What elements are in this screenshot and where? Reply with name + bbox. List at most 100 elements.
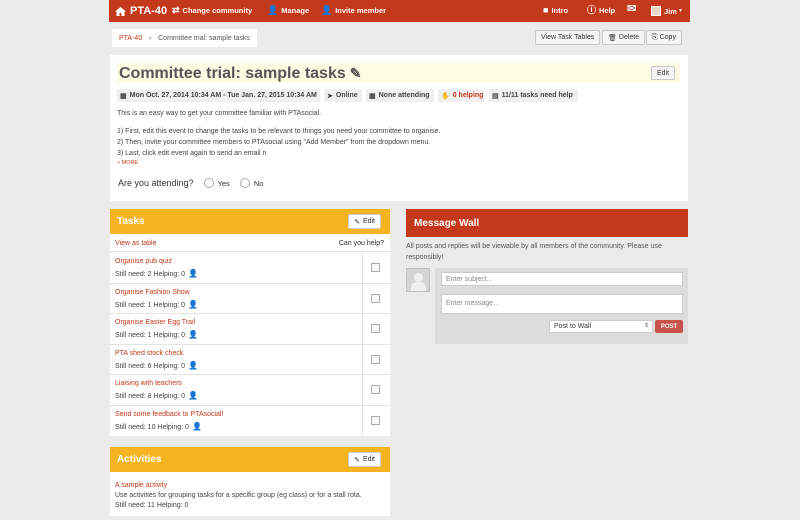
task-help-checkbox[interactable] [371, 324, 380, 333]
task-status-text: Still need: 2 Helping: 0 [115, 271, 186, 278]
user-menu[interactable]: Jim ▼ [651, 6, 683, 16]
view-task-tables-label: View Task Tables [541, 34, 595, 41]
event-tasks-text: 11/11 tasks need help [501, 92, 573, 99]
task-row: Organise Easter Egg Trail Still need: 1 … [110, 314, 390, 345]
task-help-checkbox[interactable] [371, 415, 380, 425]
task-help-checkbox[interactable] [371, 354, 380, 364]
task-row: PTA shed stock check Still need: 6 Helpi… [110, 344, 390, 375]
change-community-link[interactable]: ⇄ Change community [172, 5, 253, 16]
help-label: Help [599, 6, 616, 15]
activities-edit-button[interactable]: ✎ Edit [348, 452, 381, 467]
messages-link[interactable]: ✉ [627, 3, 639, 15]
message-wall-header: Message Wall [406, 209, 688, 237]
event-description-line: 3) Last, click edit event again to send … [117, 150, 267, 157]
pencil-icon[interactable]: ✎ [350, 63, 362, 83]
tasks-edit-button[interactable]: ✎ Edit [348, 214, 381, 229]
activity-status: Still need: 11 Helping: 0 [115, 502, 189, 509]
task-name-link[interactable]: Organise pub quiz [115, 258, 172, 265]
task-checkbox-cell [362, 314, 390, 344]
delete-label: Delete [618, 34, 640, 41]
helping-user-icon: 👤 [188, 360, 199, 370]
event-edit-button[interactable]: Edit [651, 66, 676, 80]
info-icon: ⓘ [587, 5, 597, 15]
activity-description: Use activities for grouping tasks for a … [115, 492, 362, 499]
view-as-table-link[interactable]: View as table [115, 240, 157, 247]
video-camera-icon: ■ [543, 5, 549, 15]
task-status: Still need: 1 Helping: 0 👤 [115, 300, 198, 309]
task-name-link[interactable]: Send some feedback to PTAsocial! [115, 411, 223, 418]
task-help-checkbox[interactable] [371, 293, 380, 303]
breadcrumb-root-link[interactable]: PTA-40 [119, 35, 142, 42]
view-task-tables-button[interactable]: View Task Tables [535, 30, 601, 45]
task-status: Still need: 10 Helping: 0 👤 [115, 422, 202, 431]
task-status-text: Still need: 10 Helping: 0 [115, 423, 189, 431]
intro-label: Intro [551, 6, 569, 15]
task-name-link[interactable]: Organise Easter Egg Trail [115, 319, 195, 326]
subject-input[interactable]: Enter subject... [441, 272, 683, 286]
activity-name-link[interactable]: A sample activity [115, 482, 167, 489]
task-status-text: Still need: 1 Helping: 0 [115, 301, 186, 309]
post-button[interactable]: POST [655, 320, 683, 333]
manage-label: Manage [281, 6, 310, 15]
message-wall-title: Message Wall [414, 217, 480, 229]
intro-link[interactable]: ■ Intro [543, 5, 569, 16]
post-to-select[interactable]: Post to Wall ⇕ [549, 320, 653, 333]
task-name-link[interactable]: Liaising with teachers [115, 380, 182, 387]
tasks-header: Tasks ✎ Edit [110, 209, 390, 234]
home-icon [115, 6, 126, 16]
task-checkbox-cell [362, 375, 390, 405]
task-status-text: Still need: 8 Helping: 0 [115, 393, 186, 400]
task-help-checkbox[interactable] [371, 263, 380, 272]
envelope-icon: ✉ [627, 3, 637, 15]
invite-member-link[interactable]: 👤 Invite member [321, 6, 387, 16]
copy-button[interactable]: ⎘ Copy [646, 30, 682, 45]
event-helping: ✋ 0 helping [438, 89, 484, 102]
task-checkbox-cell [362, 405, 390, 436]
help-link[interactable]: ⓘ Help [587, 5, 616, 16]
attend-yes-radio[interactable] [203, 178, 214, 188]
select-arrows-icon: ⇕ [643, 323, 649, 329]
event-attending-text: None attending [378, 92, 430, 99]
event-attending: ▦ None attending [366, 89, 434, 102]
can-you-help-label: Can you help? [338, 240, 384, 247]
task-name-link[interactable]: Organise Fashion Show [115, 289, 190, 296]
brand-link[interactable]: PTA-40 [115, 5, 167, 17]
task-row: Organise Fashion Show Still need: 1 Help… [110, 283, 390, 314]
exchange-icon: ⇄ [172, 5, 180, 15]
task-help-checkbox[interactable] [371, 385, 380, 394]
event-title: Committee trial: sample tasks [119, 65, 346, 82]
invite-member-label: Invite member [335, 6, 387, 15]
post-to-value: Post to Wall [554, 323, 592, 330]
tasks-list: View as table Can you help? Organise pub… [110, 234, 390, 436]
attend-no-label: No [253, 178, 264, 188]
calendar-check-icon: ▦ [369, 92, 376, 100]
tasks-edit-label: Edit [362, 218, 375, 225]
event-description-line: 2) Then, invite your committee members t… [117, 139, 431, 146]
activities-title: Activities [117, 454, 162, 465]
copy-icon: ⎘ [652, 33, 658, 41]
more-link[interactable]: » MORE [117, 160, 138, 166]
delete-button[interactable]: 🗑 Delete [602, 30, 646, 45]
tasks-list-header: View as table Can you help? [110, 234, 390, 252]
breadcrumb-current: Committee trial: sample tasks [158, 34, 250, 42]
helping-user-icon: 👤 [188, 269, 199, 278]
pencil-icon: ✎ [354, 456, 360, 464]
avatar [406, 268, 430, 292]
task-status-text: Still need: 1 Helping: 0 [115, 332, 186, 339]
user-name: Jim [664, 6, 677, 16]
event-location: ➤ Online [324, 89, 362, 102]
breadcrumb-separator: » [148, 34, 153, 42]
top-navbar: PTA-40 ⇄ Change community 👤 Manage 👤 Inv… [109, 0, 690, 22]
attend-no-radio[interactable] [239, 178, 250, 188]
change-community-label: Change community [182, 6, 253, 15]
event-dates-text: Mon Oct. 27, 2014 10:34 AM - Tue Jan. 27… [129, 92, 317, 99]
caret-down-icon: ▼ [677, 8, 683, 14]
copy-label: Copy [659, 34, 676, 41]
manage-link[interactable]: 👤 Manage [267, 6, 310, 16]
task-status: Still need: 1 Helping: 0 👤 [115, 330, 198, 339]
task-name-link[interactable]: PTA shed stock check [115, 350, 183, 357]
helping-user-icon: 👤 [188, 391, 199, 400]
activities-header: Activities ✎ Edit [110, 447, 390, 472]
helping-hand-icon: ✋ [441, 92, 450, 100]
message-input[interactable]: Enter message... [441, 294, 683, 314]
